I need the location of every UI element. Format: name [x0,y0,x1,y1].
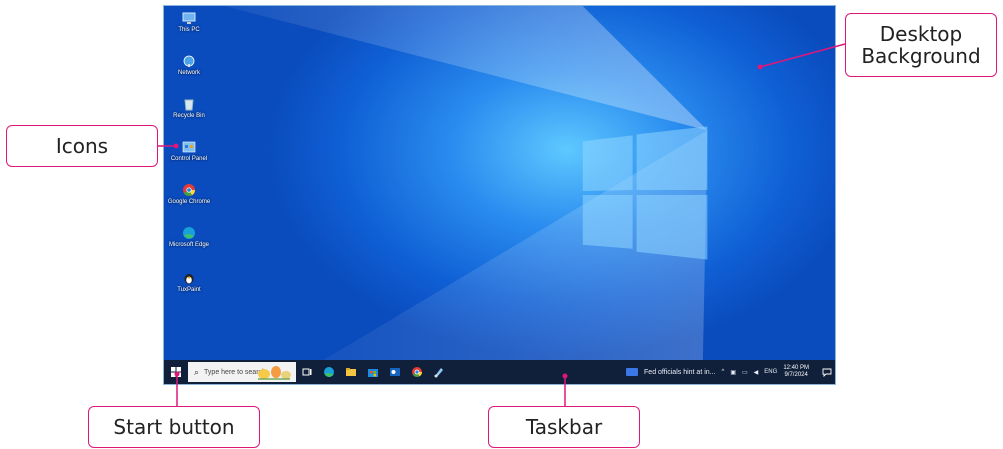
system-tray: ^ ▣ ▭ ◀ ENG [722,369,778,376]
windows-logo-wallpaper [582,126,708,260]
desktop-icon-label: TuxPaint [177,287,201,293]
taskbar-app-store[interactable] [362,360,384,384]
desktop-icon-network[interactable]: Network [166,54,212,77]
clock[interactable]: 12:40 PM 9/7/2024 [783,365,809,379]
desktop-screen: This PC Network Recycle Bin Control Pane… [163,5,836,385]
start-button[interactable] [164,360,188,384]
language-indicator[interactable]: ENG [764,369,777,375]
desktop-icon-label: Control Panel [170,156,208,162]
edge-icon [324,367,334,377]
desktop-icon-tuxpaint[interactable]: TuxPaint [166,271,212,294]
desktop-icon-label: Network [177,70,200,76]
chrome-icon [412,367,422,377]
notification-icon [822,368,832,377]
taskbar-app-chrome[interactable] [406,360,428,384]
desktop-icon-recycle-bin[interactable]: Recycle Bin [166,97,212,120]
windows-logo-icon [171,367,181,377]
task-view-icon [302,368,312,376]
tuxpaint-icon [184,274,194,284]
taskbar-app-edge[interactable] [318,360,340,384]
network-icon [183,55,195,67]
network-tray-icon[interactable]: ▣ [730,369,736,376]
task-view-button[interactable] [296,360,318,384]
desktop-icon-label: Google Chrome [167,199,211,205]
file-explorer-icon [346,368,356,376]
callout-desktop-label-line2: Background [861,44,981,68]
desktop-icons: This PC Network Recycle Bin Control Pane… [164,6,214,361]
computer-icon [182,12,196,24]
desktop-icon-google-chrome[interactable]: Google Chrome [166,183,212,206]
outlook-icon [390,368,400,376]
news-icon [626,368,639,376]
news-widget[interactable]: Fed officials hint at in... [626,368,716,376]
taskbar-app-file-explorer[interactable] [340,360,362,384]
search-icon: ⌕ [194,366,200,377]
taskbar: ⌕ Type here to search Fed officials hint [164,360,835,384]
desktop-icon-microsoft-edge[interactable]: Microsoft Edge [166,226,212,249]
desktop-icon-label: This PC [178,27,200,33]
desktop-icon-label: Recycle Bin [173,113,205,119]
callout-taskbar-label: Taskbar [525,415,603,439]
clock-time: 12:40 PM [783,365,809,371]
desktop-icon-label: Microsoft Edge [168,242,210,248]
chrome-icon [183,184,195,197]
callout-icons: Icons [6,125,158,167]
callout-icons-label: Icons [55,134,109,158]
notifications-button[interactable] [819,360,835,384]
edge-icon [183,227,195,239]
search-highlight-doodle-icon [258,366,291,380]
paint-icon [434,368,443,378]
taskbar-app-outlook[interactable] [384,360,406,384]
callout-desktop-background: Desktop Background [845,13,997,77]
volume-icon[interactable]: ◀ [754,369,759,376]
desktop-icon-control-panel[interactable]: Control Panel [166,140,212,163]
clock-date: 9/7/2024 [784,372,808,378]
control-panel-icon [182,141,196,153]
desktop-icon-this-pc[interactable]: This PC [166,11,212,34]
callout-taskbar: Taskbar [488,406,640,448]
store-icon [368,369,378,377]
chevron-up-icon[interactable]: ^ [722,369,725,375]
taskbar-search-box[interactable]: ⌕ Type here to search [188,362,296,382]
recycle-bin-icon [184,99,194,111]
news-text: Fed officials hint at in... [644,368,716,376]
display-tray-icon[interactable]: ▭ [742,369,748,376]
taskbar-app-paint[interactable] [428,360,450,384]
callout-desktop-label-line1: Desktop [879,22,963,46]
callout-start-button: Start button [88,406,260,448]
callout-start-button-label: Start button [113,415,235,439]
wallpaper-light-beams [223,6,708,384]
